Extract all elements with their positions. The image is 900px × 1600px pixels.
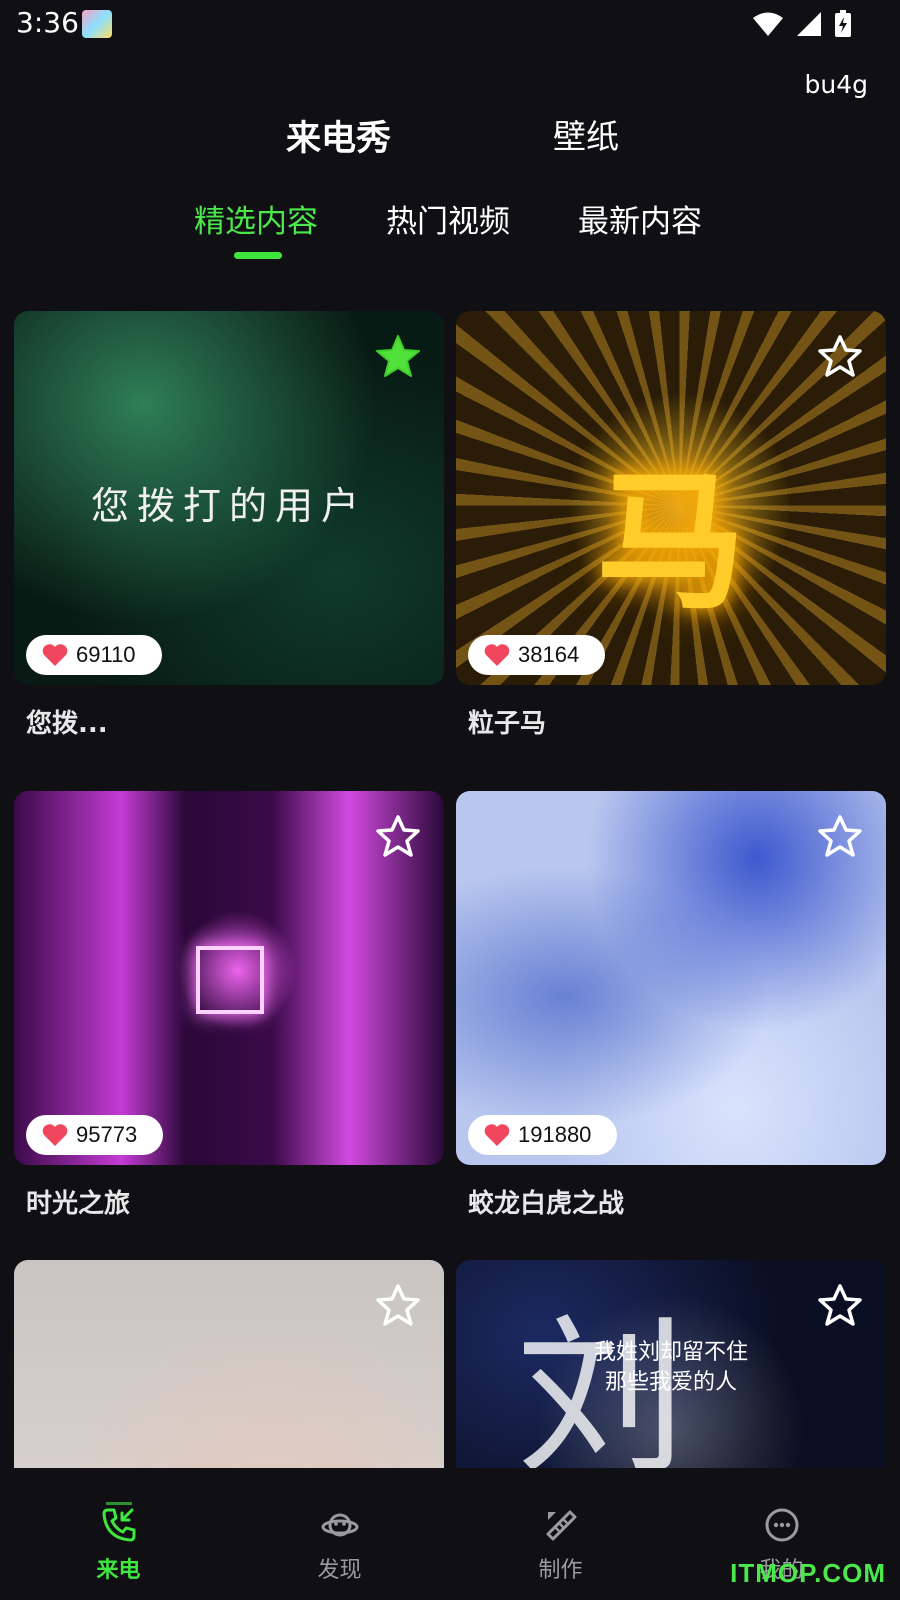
status-time: 3:36: [16, 6, 79, 39]
like-counter[interactable]: 38164: [468, 635, 606, 675]
video-card[interactable]: 您拨打的用户 69110 您拨...: [14, 311, 444, 740]
card-title: 粒子马: [468, 709, 547, 739]
star-icon[interactable]: [374, 333, 422, 381]
video-card[interactable]: 马 38164 粒子马: [456, 311, 886, 740]
signal-icon: [797, 12, 821, 36]
star-icon[interactable]: [816, 1282, 864, 1330]
tab-call-show[interactable]: 来电秀: [286, 110, 391, 161]
sub-tabs: 精选内容 热门视频 最新内容: [0, 196, 900, 266]
card-thumbnail[interactable]: 191880: [456, 791, 886, 1165]
video-card[interactable]: 95773 时光之旅: [14, 791, 444, 1220]
video-card[interactable]: 191880 蛟龙白虎之战: [456, 791, 886, 1220]
tab-wallpaper[interactable]: 壁纸: [553, 110, 619, 158]
nav-discover[interactable]: 发现: [227, 1468, 452, 1600]
card-title: 您拨...: [26, 709, 108, 739]
card-thumbnail[interactable]: 95773: [14, 791, 444, 1165]
like-count: 69110: [76, 642, 136, 667]
subtab-featured[interactable]: 精选内容: [194, 196, 318, 241]
heart-icon: [42, 1124, 68, 1146]
like-counter[interactable]: 191880: [468, 1115, 618, 1155]
like-count: 95773: [76, 1122, 138, 1147]
subtab-hot-videos[interactable]: 热门视频: [386, 196, 510, 241]
battery-charging-icon: [835, 10, 851, 37]
like-count: 191880: [518, 1122, 592, 1147]
watermark: ITMOP.COM: [730, 1558, 886, 1588]
nav-label: 来电: [96, 1558, 141, 1583]
top-tabs: 来电秀 壁纸: [0, 110, 900, 170]
phone-incoming-icon: [102, 1508, 136, 1542]
ruler-pencil-icon: [546, 1510, 577, 1541]
star-icon[interactable]: [816, 813, 864, 861]
heart-icon: [484, 1124, 510, 1146]
planet-icon: [321, 1513, 359, 1537]
card-thumbnail[interactable]: 马 38164: [456, 311, 886, 685]
like-counter[interactable]: 69110: [26, 635, 162, 675]
nav-create[interactable]: 制作: [448, 1468, 673, 1600]
star-icon[interactable]: [374, 1282, 422, 1330]
thumbnail-glyph: 马: [595, 456, 746, 630]
nav-active-glow: [106, 1502, 132, 1505]
thumbnail-text: 我姓刘却留不住 那些我爱的人: [593, 1340, 748, 1395]
neon-frame: [196, 946, 264, 1014]
smile-face-icon: [765, 1508, 799, 1542]
wifi-icon: [753, 12, 783, 36]
nav-label: 制作: [538, 1558, 583, 1583]
like-counter[interactable]: 95773: [26, 1115, 164, 1155]
star-icon[interactable]: [816, 333, 864, 381]
status-icons: [752, 10, 852, 38]
heart-icon: [484, 644, 510, 666]
app-notification-icon: [82, 10, 112, 38]
card-thumbnail[interactable]: 您拨打的用户 69110: [14, 311, 444, 685]
status-bar: 3:36: [0, 0, 900, 52]
subtab-indicator: [234, 252, 282, 259]
user-id[interactable]: bu4g: [805, 70, 869, 99]
star-icon[interactable]: [374, 813, 422, 861]
nav-label: 发现: [317, 1558, 362, 1583]
thumbnail-text: 您拨打的用户: [90, 484, 367, 528]
nav-incoming-call[interactable]: 来电: [6, 1468, 231, 1600]
subtab-latest[interactable]: 最新内容: [578, 196, 702, 241]
like-count: 38164: [518, 642, 580, 667]
card-title: 蛟龙白虎之战: [468, 1189, 625, 1219]
card-title: 时光之旅: [26, 1189, 131, 1219]
heart-icon: [42, 644, 68, 666]
